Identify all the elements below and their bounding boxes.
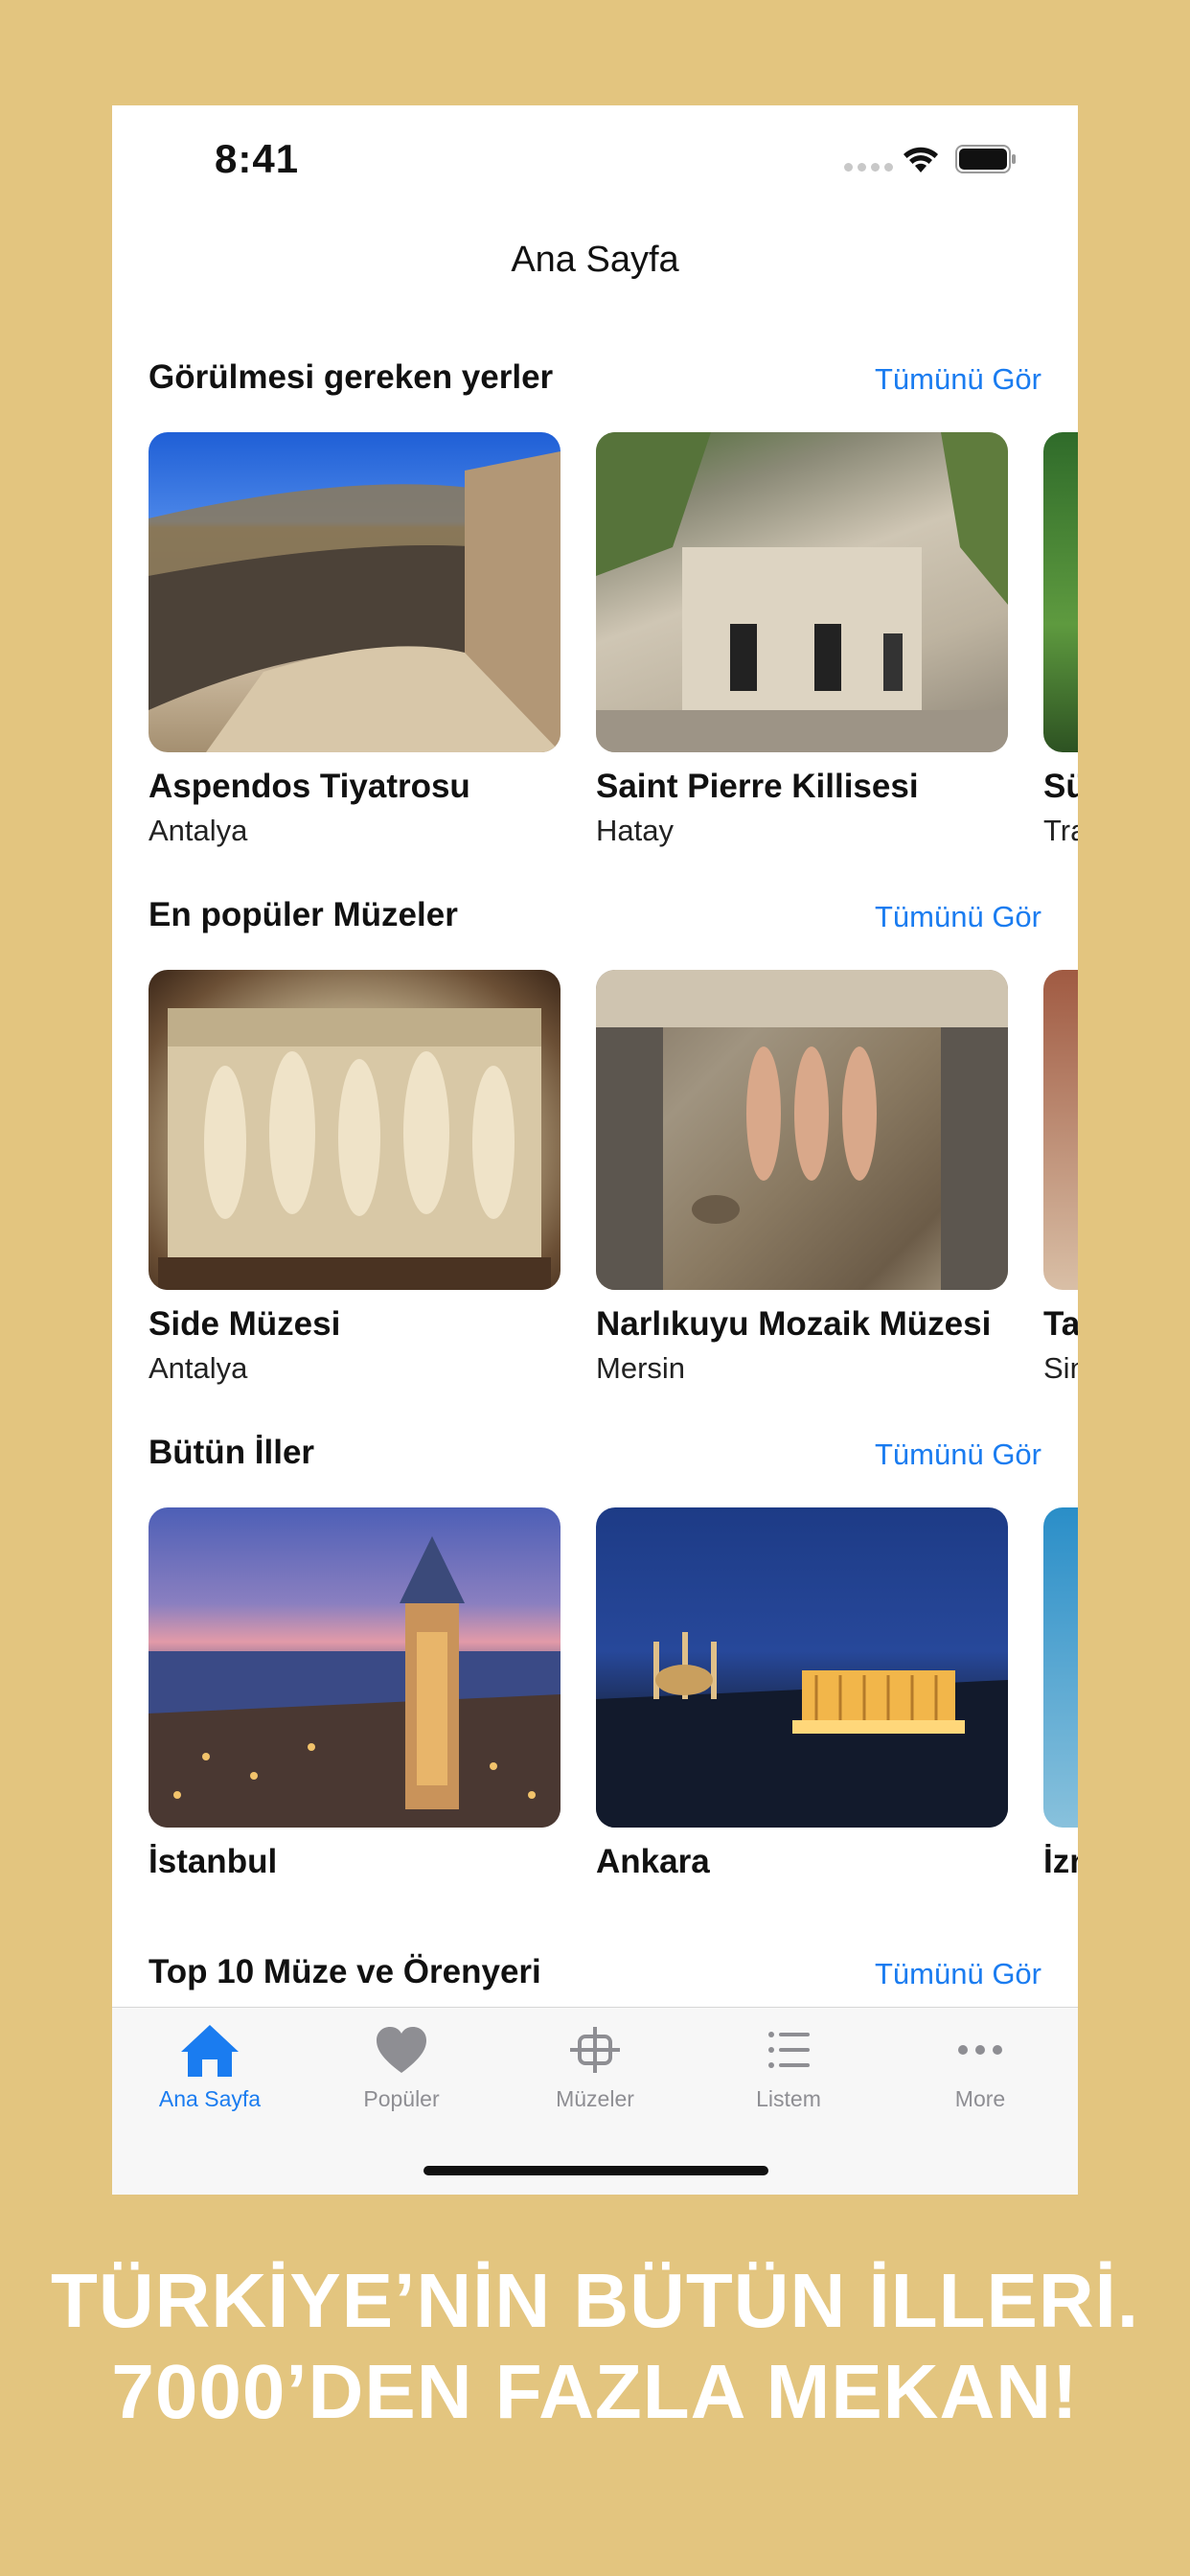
place-city: Antalya — [149, 814, 248, 847]
city-image — [596, 1507, 1008, 1828]
city-title: İstanbul — [149, 1843, 278, 1880]
place-city: Hatay — [596, 814, 674, 847]
museum-image — [149, 970, 561, 1290]
tab-popular[interactable]: Popüler — [306, 2008, 497, 2123]
card-carousel-must-see[interactable]: Aspendos Tiyatrosu Antalya Saint Pierre … — [149, 432, 1078, 873]
section-header-must-see: Görülmesi gereken yerler Tümünü Gör — [149, 358, 1041, 406]
more-icon — [958, 2045, 1002, 2055]
cellular-signal-icon — [844, 163, 893, 172]
city-card[interactable]: İzn — [1043, 1507, 1078, 1881]
tab-more[interactable]: More — [884, 2008, 1076, 2123]
museum-city: Antalya — [149, 1351, 248, 1385]
tab-home[interactable]: Ana Sayfa — [114, 2008, 306, 2123]
section-header-all-cities: Bütün İller Tümünü Gör — [149, 1434, 1041, 1482]
place-image — [596, 432, 1008, 752]
card-carousel-popular-museums[interactable]: Side Müzesi Antalya Narlıkuyu Mozaik Müz… — [149, 970, 1078, 1411]
museum-title: Narlıkuyu Mozaik Müzesi — [596, 1305, 992, 1343]
home-icon — [181, 2025, 239, 2077]
card-carousel-all-cities[interactable]: İstanbul Ankara İz — [149, 1507, 1078, 1948]
place-image — [149, 432, 561, 752]
place-title: Sü — [1043, 768, 1078, 805]
promo-headline-line1: TÜRKİYE’NİN BÜTÜN İLLERİ. — [50, 2258, 1140, 2343]
museum-city: Sin — [1043, 1351, 1078, 1385]
section-header-top-10: Top 10 Müze ve Örenyeri Tümünü Gör — [149, 1953, 1041, 2001]
tab-my-list[interactable]: Listem — [693, 2008, 884, 2123]
city-title: Ankara — [596, 1843, 710, 1880]
museum-card[interactable]: Narlıkuyu Mozaik Müzesi Mersin — [596, 970, 1008, 1386]
place-title: Aspendos Tiyatrosu — [149, 768, 470, 805]
section-title: Bütün İller — [149, 1434, 315, 1471]
museum-title: Side Müzesi — [149, 1305, 341, 1343]
wifi-icon — [904, 147, 938, 172]
place-title: Saint Pierre Killisesi — [596, 768, 919, 805]
see-all-link[interactable]: Tümünü Gör — [875, 1438, 1041, 1472]
city-card[interactable]: Ankara — [596, 1507, 1008, 1881]
section-title: Top 10 Müze ve Örenyeri — [149, 1953, 541, 1990]
museum-title: Ta — [1043, 1305, 1078, 1343]
tab-label: Listem — [756, 2086, 821, 2111]
place-card[interactable]: Sü Tra — [1043, 432, 1078, 848]
see-all-link[interactable]: Tümünü Gör — [875, 1957, 1041, 1991]
see-all-link[interactable]: Tümünü Gör — [875, 900, 1041, 934]
promo-headline-line2: 7000’DEN FAZLA MEKAN! — [111, 2349, 1079, 2434]
see-all-link[interactable]: Tümünü Gör — [875, 362, 1041, 397]
museum-image — [1043, 970, 1078, 1290]
place-city: Tra — [1043, 814, 1078, 847]
tab-label: Ana Sayfa — [158, 2086, 262, 2111]
city-image — [1043, 1507, 1078, 1828]
place-card[interactable]: Aspendos Tiyatrosu Antalya — [149, 432, 561, 848]
page-title: Ana Sayfa — [511, 240, 679, 280]
battery-icon — [955, 145, 1016, 173]
place-card[interactable]: Saint Pierre Killisesi Hatay — [596, 432, 1008, 848]
museum-icon — [570, 2027, 620, 2073]
tab-museums[interactable]: Müzeler — [499, 2008, 691, 2123]
heart-icon — [377, 2027, 426, 2073]
tab-label: More — [954, 2086, 1006, 2111]
tab-label: Popüler — [363, 2086, 440, 2111]
museum-city: Mersin — [596, 1351, 686, 1385]
section-header-popular-museums: En popüler Müzeler Tümünü Gör — [149, 896, 1041, 944]
section-title: Görülmesi gereken yerler — [149, 358, 554, 396]
status-time: 8:41 — [215, 136, 300, 181]
tab-label: Müzeler — [556, 2086, 634, 2111]
app-screen: 8:41 Ana Sayfa Görülmesi gereken yerler … — [112, 105, 1078, 2195]
section-title: En popüler Müzeler — [149, 896, 458, 933]
museum-image — [596, 970, 1008, 1290]
place-image — [1043, 432, 1078, 752]
city-title: İzn — [1043, 1843, 1078, 1880]
list-icon — [768, 2032, 810, 2068]
home-indicator — [423, 2166, 768, 2175]
museum-card[interactable]: Side Müzesi Antalya — [149, 970, 561, 1386]
city-card[interactable]: İstanbul — [149, 1507, 561, 1881]
museum-card[interactable]: Ta Sin — [1043, 970, 1078, 1386]
status-bar: 8:41 — [112, 105, 1078, 211]
city-image — [149, 1507, 561, 1828]
